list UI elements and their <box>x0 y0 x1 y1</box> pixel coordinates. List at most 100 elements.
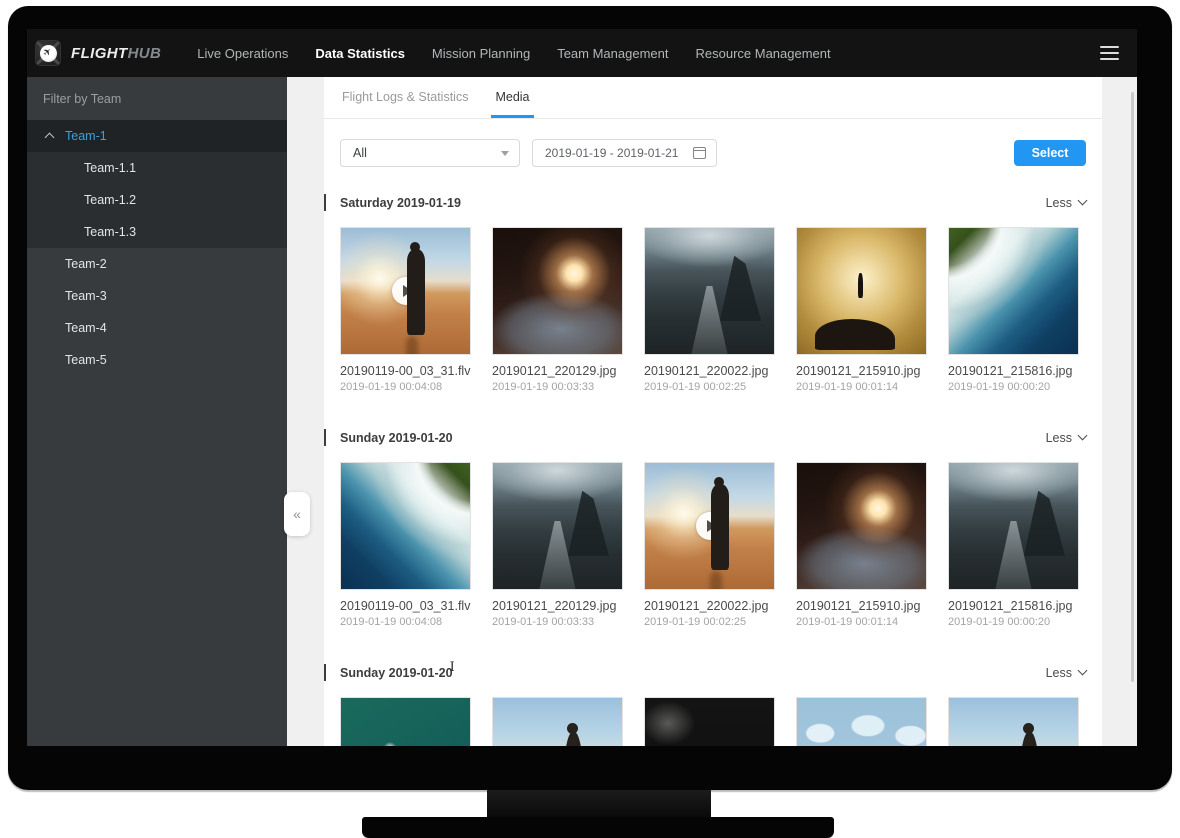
section-title: Saturday 2019-01-19 <box>340 196 461 210</box>
nav-resource-management[interactable]: Resource Management <box>695 46 830 61</box>
section-toggle[interactable]: Less <box>1046 431 1086 445</box>
tab-flight-logs[interactable]: Flight Logs & Statistics <box>340 77 470 118</box>
media-grid <box>340 697 1086 746</box>
content-panel: Flight Logs & Statistics Media All 2019-… <box>324 77 1102 746</box>
media-card: 20190121_220022.jpg2019-01-19 00:02:25 <box>644 462 775 628</box>
main-nav: Live Operations Data Statistics Mission … <box>197 46 830 61</box>
collapse-chevrons-icon: « <box>293 506 301 522</box>
media-thumbnail[interactable] <box>948 462 1079 590</box>
sidebar-title: Filter by Team <box>27 77 287 120</box>
media-timestamp: 2019-01-19 00:00:20 <box>948 616 1079 628</box>
nav-team-management[interactable]: Team Management <box>557 46 668 61</box>
media-timestamp: 2019-01-19 00:04:08 <box>340 616 471 628</box>
media-thumbnail[interactable] <box>340 462 471 590</box>
media-type-dropdown[interactable]: All <box>340 139 520 167</box>
hamburger-icon[interactable] <box>1100 46 1119 61</box>
caret-down-icon <box>501 151 509 156</box>
media-filename: 20190121_215816.jpg <box>948 599 1079 613</box>
media-thumbnail[interactable] <box>796 462 927 590</box>
text-cursor-pointer: I <box>450 660 455 675</box>
nav-data-statistics[interactable]: Data Statistics <box>315 46 405 61</box>
media-grid: 20190119-00_03_31.flv2019-01-19 00:04:08… <box>340 227 1086 393</box>
media-timestamp: 2019-01-19 00:02:25 <box>644 616 775 628</box>
section-toggle-label: Less <box>1046 431 1072 445</box>
section-accent-bar <box>324 194 326 211</box>
play-icon[interactable] <box>392 277 420 305</box>
sidebar-collapse-button[interactable]: « <box>284 492 310 536</box>
play-icon[interactable] <box>696 512 724 540</box>
media-timestamp: 2019-01-19 00:01:14 <box>796 616 927 628</box>
media-card <box>340 697 471 746</box>
drone-logo-icon: ✈ <box>35 40 61 66</box>
media-card: 20190119-00_03_31.flv 2019-01-19 00:04:08 <box>340 462 471 628</box>
sidebar-item-team-5[interactable]: Team-5 <box>27 344 287 376</box>
media-card <box>644 697 775 746</box>
media-thumbnail[interactable] <box>340 697 471 746</box>
sidebar-item-team-2[interactable]: Team-2 <box>27 248 287 280</box>
calendar-icon <box>693 147 706 159</box>
topbar: ✈ FLIGHTHUB Live Operations Data Statist… <box>27 29 1137 77</box>
media-card: 20190121_215816.jpg2019-01-19 00:00:20 <box>948 227 1079 393</box>
nav-mission-planning[interactable]: Mission Planning <box>432 46 530 61</box>
section-title: Sunday 2019-01-20 <box>340 431 453 445</box>
media-timestamp: 2019-01-19 00:01:14 <box>796 381 927 393</box>
section-accent-bar <box>324 429 326 446</box>
media-filename: 20190121_220129.jpg <box>492 364 623 378</box>
media-thumbnail[interactable] <box>492 227 623 355</box>
select-button[interactable]: Select <box>1014 140 1086 166</box>
sidebar-item-team-4[interactable]: Team-4 <box>27 312 287 344</box>
nav-live-operations[interactable]: Live Operations <box>197 46 288 61</box>
media-thumbnail[interactable] <box>948 697 1079 746</box>
section-header: Sunday 2019-01-20 Less <box>340 429 1086 446</box>
media-thumbnail[interactable] <box>644 697 775 746</box>
team-label: Team-1.3 <box>84 225 136 239</box>
sidebar-item-team-1-2[interactable]: Team-1.2 <box>27 184 287 216</box>
media-section: Sunday 2019-01-20ILess <box>340 664 1086 746</box>
media-card: 20190121_215816.jpg 2019-01-19 00:00:20 <box>948 462 1079 628</box>
team-label: Team-1 <box>65 129 107 143</box>
media-thumbnail[interactable] <box>948 227 1079 355</box>
sidebar-item-team-1-1[interactable]: Team-1.1 <box>27 152 287 184</box>
media-card <box>796 697 927 746</box>
media-filename: 20190121_215910.jpg <box>796 599 927 613</box>
monitor-stand-neck <box>487 790 711 817</box>
sidebar-item-team-1-3[interactable]: Team-1.3 <box>27 216 287 248</box>
sidebar: Filter by Team Team-1 Team-1.1 Team-1.2 … <box>27 77 287 746</box>
media-thumbnail[interactable] <box>796 697 927 746</box>
sidebar-item-team-3[interactable]: Team-3 <box>27 280 287 312</box>
team-label: Team-3 <box>65 289 107 303</box>
monitor-stand-base <box>362 817 834 838</box>
media-sections: Saturday 2019-01-19 Less 20190119-00_03_31… <box>340 194 1086 746</box>
chevron-down-icon <box>1078 666 1088 676</box>
media-card: 20190121_220022.jpg2019-01-19 00:02:25 <box>644 227 775 393</box>
date-range-input[interactable]: 2019-01-19 - 2019-01-21 <box>532 139 717 167</box>
section-toggle[interactable]: Less <box>1046 666 1086 680</box>
filter-row: All 2019-01-19 - 2019-01-21 Select <box>340 139 1086 167</box>
team-label: Team-1.1 <box>84 161 136 175</box>
media-thumbnail[interactable] <box>340 227 471 355</box>
media-thumbnail[interactable] <box>492 697 623 746</box>
media-thumbnail[interactable] <box>796 227 927 355</box>
media-thumbnail[interactable] <box>492 462 623 590</box>
media-section: Sunday 2019-01-20 Less 20190119-00_03_31.f… <box>340 429 1086 628</box>
sidebar-item-team-1[interactable]: Team-1 <box>27 120 287 152</box>
section-header: Sunday 2019-01-20ILess <box>340 664 1086 681</box>
dropdown-value: All <box>353 146 367 160</box>
media-timestamp: 2019-01-19 00:03:33 <box>492 381 623 393</box>
media-thumbnail[interactable] <box>644 227 775 355</box>
media-card: 20190119-00_03_31.flv2019-01-19 00:04:08 <box>340 227 471 393</box>
screen: ✈ FLIGHTHUB Live Operations Data Statist… <box>27 29 1137 746</box>
scrollbar[interactable] <box>1131 92 1134 682</box>
media-filename: 20190121_220129.jpg <box>492 599 623 613</box>
tab-media[interactable]: Media <box>493 77 531 118</box>
media-card: 20190121_215910.jpg2019-01-19 00:01:14 <box>796 227 927 393</box>
media-filename: 20190121_220022.jpg <box>644 364 775 378</box>
media-filename: 20190119-00_03_31.flv <box>340 599 471 613</box>
app-body: Filter by Team Team-1 Team-1.1 Team-1.2 … <box>27 77 1137 746</box>
team-label: Team-1.2 <box>84 193 136 207</box>
media-card: 20190121_220129.jpg 2019-01-19 00:03:33 <box>492 227 623 393</box>
section-toggle[interactable]: Less <box>1046 196 1086 210</box>
section-accent-bar <box>324 664 326 681</box>
media-thumbnail[interactable] <box>644 462 775 590</box>
team-label: Team-4 <box>65 321 107 335</box>
